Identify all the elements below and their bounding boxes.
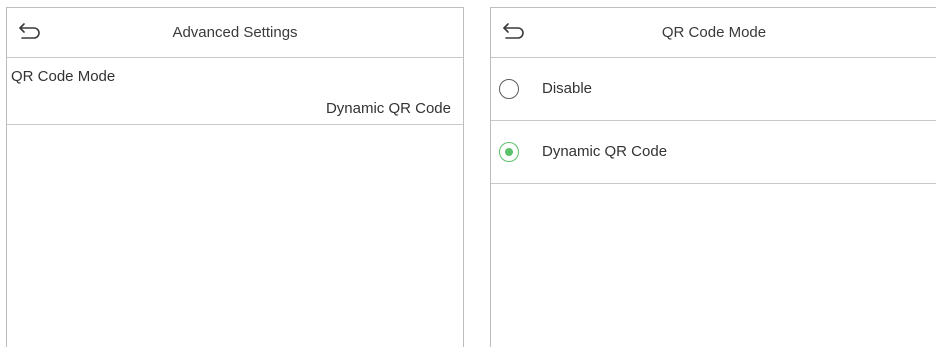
- radio-checked-icon[interactable]: [499, 142, 519, 162]
- back-button[interactable]: [501, 20, 529, 44]
- page-title: Advanced Settings: [172, 24, 298, 41]
- setting-label: QR Code Mode: [11, 68, 116, 85]
- advanced-settings-screen: Advanced Settings QR Code Mode Dynamic Q…: [6, 7, 464, 347]
- option-row-dynamic-qr-code[interactable]: Dynamic QR Code: [491, 121, 936, 184]
- back-button[interactable]: [17, 20, 45, 44]
- setting-value: Dynamic QR Code: [325, 100, 451, 117]
- title-bar: Advanced Settings: [7, 8, 463, 58]
- back-arrow-icon: [19, 23, 40, 39]
- option-label: Disable: [542, 80, 593, 97]
- title-bar: QR Code Mode: [491, 8, 936, 58]
- page-title: QR Code Mode: [661, 24, 767, 41]
- option-row-disable[interactable]: Disable: [491, 58, 936, 121]
- radio-unchecked-icon[interactable]: [499, 79, 519, 99]
- setting-row-qr-code-mode[interactable]: QR Code Mode Dynamic QR Code: [7, 58, 463, 125]
- qr-code-mode-screen: QR Code Mode Disable Dynamic QR Code: [490, 7, 936, 347]
- option-label: Dynamic QR Code: [542, 143, 668, 160]
- back-arrow-icon: [503, 23, 524, 39]
